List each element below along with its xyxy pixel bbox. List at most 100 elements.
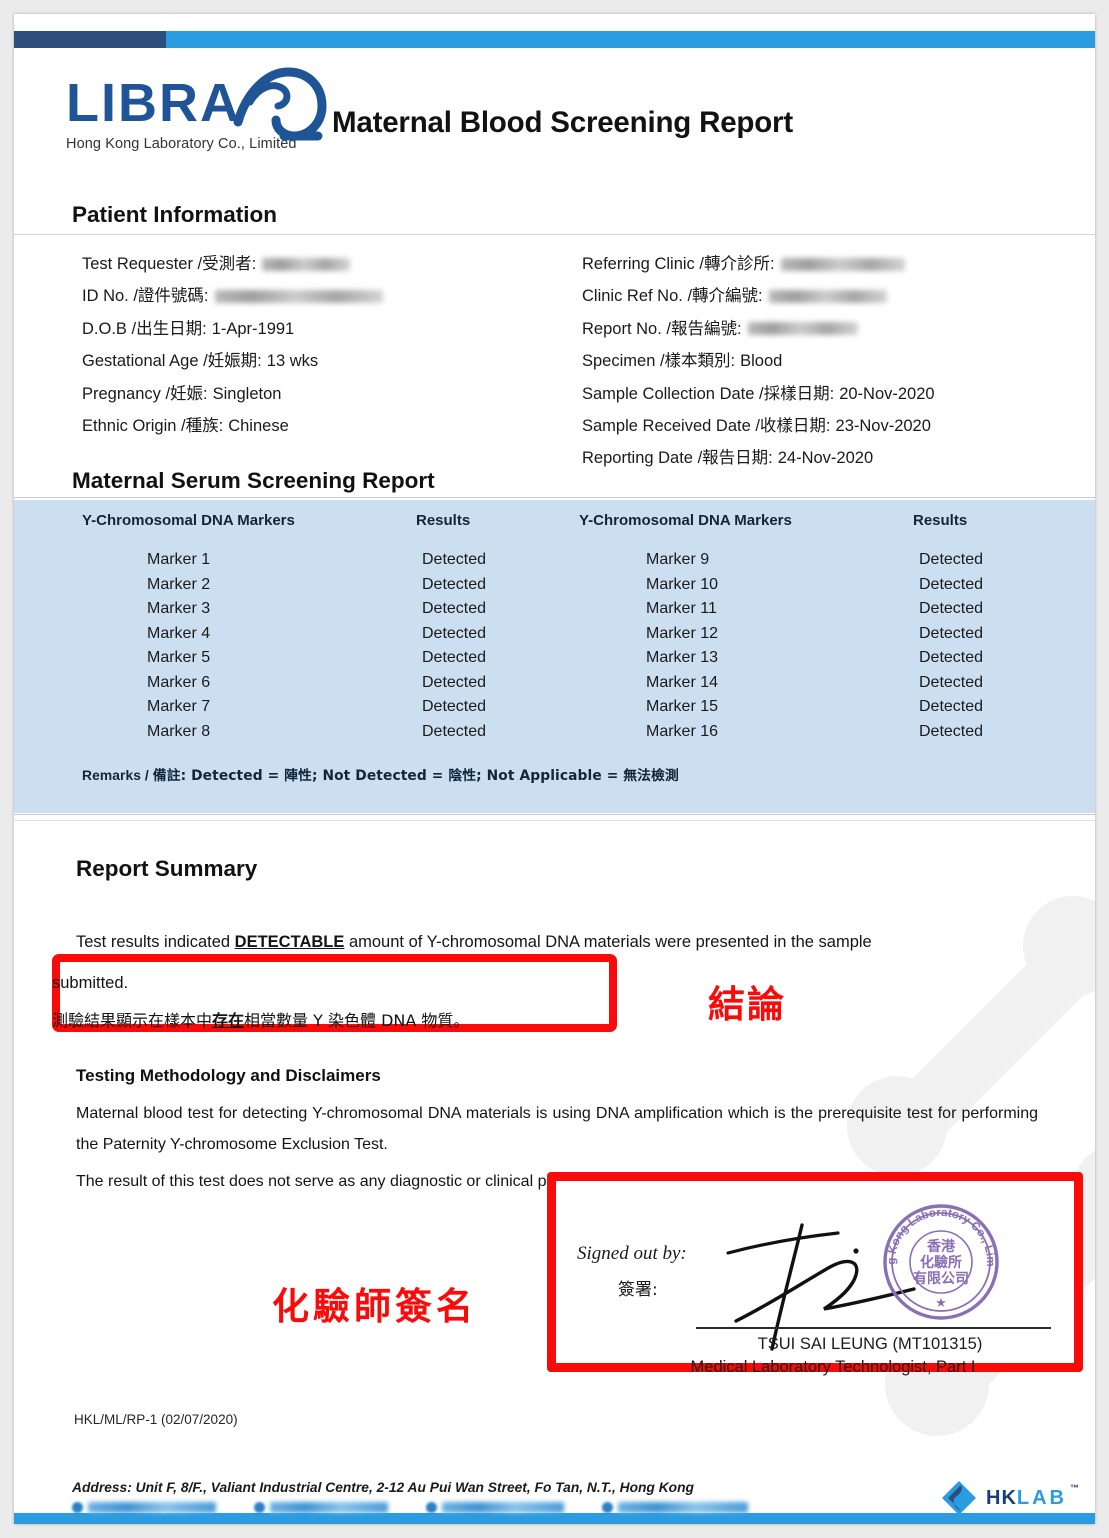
marker-table-header-row: Y-Chromosomal DNA Markers Results Y-Chro… (14, 512, 1095, 538)
report-summary-heading: Report Summary (76, 856, 258, 881)
accent-bar-navy-segment (14, 31, 166, 48)
marker-row: Marker 16 Detected (14, 720, 1095, 745)
marker-name: Marker 16 (646, 722, 719, 740)
patient-info-right-column: Referring Clinic /轉介診所: Clinic Ref No. /轉… (582, 248, 1082, 475)
marker-row: Marker 10 Detected (14, 573, 1095, 598)
marker-name: Marker 11 (646, 600, 717, 617)
phone-icon (72, 1502, 83, 1513)
page-title: Maternal Blood Screening Report (332, 106, 793, 139)
patient-field-value: 20-Nov-2020 (839, 384, 935, 403)
column-header-results-left: Results (416, 512, 471, 529)
website-icon (602, 1502, 613, 1513)
marker-result: Detected (919, 575, 984, 593)
company-stamp-icon: Hong Kong Laboratory Co., Limited 香港 化驗所… (874, 1195, 999, 1320)
annotation-signature-label: 化驗師簽名 (272, 1285, 477, 1328)
libra-logo: LIBRA Hong Kong Laboratory Co., Limited (66, 67, 327, 152)
signatory-name: TSUI SAI LEUNG (MT101315) (757, 1335, 983, 1353)
summary-cn-emphasis: 存在 (212, 1011, 245, 1030)
signature-line (696, 1327, 1051, 1329)
serum-bottom-divider-secondary (14, 820, 1095, 821)
marker-name: Marker 14 (646, 673, 719, 691)
libra-wordmark-wrap: LIBRA (66, 67, 327, 141)
marker-result: Detected (919, 551, 984, 568)
remarks-prefix: Remarks / (82, 768, 153, 783)
footer-contacts (72, 1502, 748, 1513)
footer-contact-item (602, 1502, 748, 1513)
marker-results-panel: Y-Chromosomal DNA Markers Results Y-Chro… (14, 500, 1095, 813)
header-accent-bar (14, 31, 1095, 48)
patient-field-value: 1-Apr-1991 (211, 319, 295, 338)
redacted-value (768, 290, 887, 304)
patient-field-row: D.O.B /出生日期: 1-Apr-1991 (82, 313, 562, 345)
redacted-value (262, 257, 351, 271)
hklab-lab-text: LAB (1016, 1486, 1067, 1509)
footer-address: Address: Unit F, 8/F., Valiant Industria… (72, 1480, 694, 1495)
marker-remarks: Remarks / 備註: Detected = 陣性; Not Detecte… (82, 764, 679, 784)
marker-row: Marker 14 Detected (14, 671, 1095, 696)
patient-field-label: Sample Received Date /收樣日期: (582, 416, 831, 435)
patient-field-label: Gestational Age /妊娠期: (82, 352, 262, 371)
patient-field-label: Specimen /樣本類別: (582, 352, 736, 371)
hklab-hk-text: HK (986, 1486, 1017, 1509)
patient-field-label: Pregnancy /妊娠: (82, 384, 208, 403)
fax-icon (254, 1502, 265, 1513)
patient-field-row: Test Requester /受測者: (82, 248, 562, 280)
marker-name: Marker 12 (646, 624, 719, 642)
footer-contact-item (254, 1502, 388, 1513)
redacted-contact-value (88, 1502, 216, 1513)
marker-name: Marker 13 (646, 649, 719, 666)
patient-field-label: Sample Collection Date /採樣日期: (582, 384, 835, 403)
email-icon (426, 1502, 437, 1513)
marker-name: Marker 15 (646, 698, 719, 715)
report-page: LIBRA Hong Kong Laboratory Co., Limited … (14, 14, 1095, 1524)
patient-field-row: Reporting Date /報告日期: 24-Nov-2020 (582, 442, 1082, 474)
signature-highlight-box: Signed out by: 簽署: Hong Kong Laboratory … (547, 1172, 1083, 1376)
document-header: LIBRA Hong Kong Laboratory Co., Limited … (14, 58, 1095, 190)
patient-field-label: Report No. /報告編號: (582, 319, 742, 338)
summary-emphasis-detectable: DETECTABLE (234, 933, 345, 951)
libra-wordmark: LIBRA (66, 73, 241, 133)
redacted-value (214, 290, 383, 304)
summary-text-b: amount of Y-chromosomal DNA materials we… (344, 933, 872, 951)
patient-field-label: D.O.B /出生日期: (82, 319, 207, 338)
report-summary-line-two: submitted. 測驗結果顯示在樣本中存在相當數量 Y 染色體 DNA 物質… (52, 964, 612, 1040)
patient-field-value: 23-Nov-2020 (835, 416, 931, 435)
marker-result: Detected (919, 673, 984, 691)
marker-result: Detected (919, 649, 984, 666)
patient-field-row: Gestational Age /妊娠期: 13 wks (82, 345, 562, 377)
patient-field-row: ID No. /證件號碼: (82, 280, 562, 312)
marker-name: Marker 9 (646, 551, 710, 568)
remarks-body: 備註: Detected = 陣性; Not Detected = 陰性; No… (152, 768, 679, 784)
redacted-value (747, 322, 858, 336)
hklab-wordmark: HKLAB ™ (986, 1483, 1079, 1510)
patient-field-value: Blood (740, 352, 783, 371)
footer-contact-item (426, 1502, 564, 1513)
patient-field-value: Singleton (212, 384, 282, 403)
patient-field-row: Pregnancy /妊娠: Singleton (82, 378, 562, 410)
patient-field-label: Reporting Date /報告日期: (582, 449, 773, 468)
patient-field-row: Specimen /樣本類別: Blood (582, 345, 1082, 377)
column-header-markers-left: Y-Chromosomal DNA Markers (82, 512, 295, 529)
serum-screening-heading: Maternal Serum Screening Report (72, 468, 435, 493)
signed-out-by-label-chinese: 簽署: (618, 1280, 658, 1300)
patient-info-left-column: Test Requester /受測者: ID No. /證件號碼: D.O.B /… (82, 248, 562, 442)
patient-field-row: Report No. /報告編號: (582, 313, 1082, 345)
signatory-role: Medical Laboratory Technologist, Part I (690, 1358, 976, 1376)
redacted-value (780, 257, 905, 271)
summary-cn-a: 測驗結果顯示在樣本中 (52, 1011, 213, 1030)
summary-line-two-chinese: 測驗結果顯示在樣本中存在相當數量 Y 染色體 DNA 物質。 (52, 1002, 612, 1040)
summary-text-a: Test results indicated (76, 933, 235, 951)
marker-result: Detected (919, 600, 984, 617)
marker-column-right: Marker 9 Detected Marker 10 Detected Marker … (14, 548, 1095, 744)
patient-field-row: Sample Received Date /收樣日期: 23-Nov-2020 (582, 410, 1082, 442)
methodology-paragraph-one: Maternal blood test for detecting Y-chro… (76, 1105, 1038, 1153)
column-header-results-right: Results (913, 512, 968, 529)
svg-text:★: ★ (935, 1296, 947, 1311)
column-header-markers-right: Y-Chromosomal DNA Markers (579, 512, 792, 529)
svg-text:香港: 香港 (926, 1238, 956, 1255)
patient-field-value: Chinese (228, 416, 289, 435)
patient-field-label: Test Requester /受測者: (82, 255, 257, 273)
marker-row: Marker 15 Detected (14, 695, 1095, 720)
marker-result: Detected (919, 722, 984, 740)
form-code: HKL/ML/RP-1 (02/07/2020) (74, 1412, 238, 1427)
